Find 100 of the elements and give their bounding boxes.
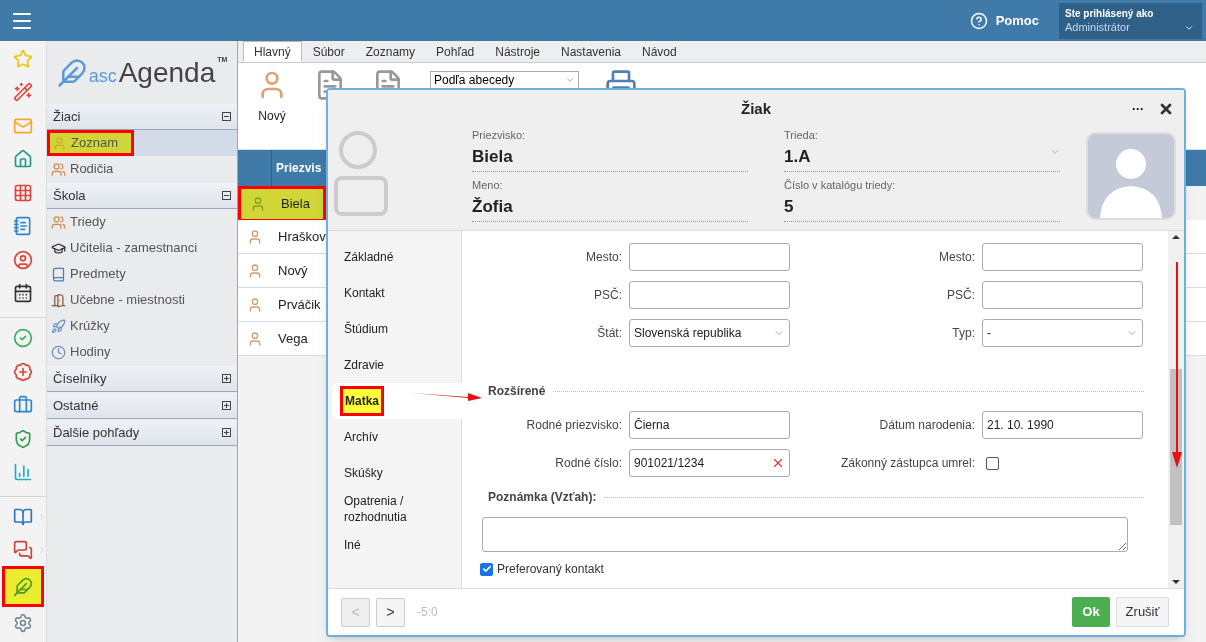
people-icon <box>51 214 66 230</box>
header-field[interactable]: Meno: Žofia <box>472 178 748 222</box>
next-button[interactable]: > <box>376 597 405 627</box>
scrollbar[interactable] <box>1168 231 1184 588</box>
nav-item[interactable]: Hodiny <box>47 339 237 365</box>
nav-item[interactable]: Krúžky <box>47 313 237 339</box>
checkbox-label: Preferovaný kontakt <box>497 561 604 578</box>
new-button[interactable]: Nový <box>256 69 288 125</box>
user-menu[interactable]: Ste prihlásený ako Administrátor <box>1059 2 1202 39</box>
record-counter: -5:0 <box>417 604 438 621</box>
field-label: Rodné priezvisko: <box>525 417 622 434</box>
select-field[interactable]: - <box>982 319 1143 347</box>
table-row[interactable]: Biela <box>238 186 326 220</box>
text-field[interactable]: 901021/1234 <box>629 449 790 477</box>
collapse-icon[interactable] <box>222 191 231 200</box>
chevron-icon <box>37 511 47 522</box>
home-icon <box>13 149 33 170</box>
book-icon <box>13 506 33 527</box>
expand-icon[interactable] <box>222 428 231 437</box>
nav-section-header[interactable]: Škola <box>47 183 237 209</box>
text-field[interactable] <box>629 281 790 309</box>
text-field[interactable] <box>982 243 1143 271</box>
nav-item[interactable]: Predmety <box>47 261 237 287</box>
table-cell-text: Nový <box>277 261 308 280</box>
dialog-tab[interactable]: Zdravie <box>328 347 461 383</box>
dialog-title: Žiak <box>741 98 771 119</box>
text-field[interactable] <box>982 281 1143 309</box>
dialog-tab[interactable]: Skúšky <box>328 455 461 491</box>
person-icon <box>52 135 67 151</box>
table-cell-text: Biela <box>280 195 310 214</box>
ribbon-tab[interactable]: Návod <box>632 41 687 62</box>
ribbon-tab[interactable]: Nástroje <box>485 41 550 62</box>
expand-icon[interactable] <box>222 401 231 410</box>
ribbon-tab[interactable]: Pohľad <box>426 41 485 62</box>
book-icon <box>51 266 66 282</box>
table-cell-text: Vega <box>277 329 308 348</box>
help-icon[interactable] <box>969 11 988 30</box>
dialog-tab[interactable]: Základné <box>328 239 461 275</box>
grid-icon <box>13 182 33 203</box>
note-field[interactable] <box>482 517 1128 552</box>
clear-icon[interactable] <box>771 456 785 470</box>
clock-icon <box>51 344 66 360</box>
door-icon <box>51 292 66 308</box>
nav-item[interactable]: Triedy <box>47 209 237 235</box>
collapse-icon[interactable] <box>222 112 231 121</box>
ribbon-tab[interactable]: Súbor <box>302 41 355 62</box>
dialog-tab[interactable]: Kontakt <box>328 275 461 311</box>
nav-section-header[interactable]: Ostatné <box>47 393 237 419</box>
select-field[interactable]: Slovenská republika <box>629 319 790 347</box>
ribbon-tab[interactable]: Nastavenia <box>550 41 631 62</box>
text-field[interactable] <box>629 243 790 271</box>
logo-name: Agenda <box>118 55 216 90</box>
nav-item[interactable]: Zoznam <box>47 130 237 156</box>
bar-chart-icon <box>13 462 33 483</box>
pen-logo-icon <box>56 57 87 88</box>
checkbox[interactable] <box>480 562 493 576</box>
people-icon <box>51 161 66 177</box>
text-field[interactable]: 21. 10. 1990 <box>982 411 1143 439</box>
dialog-tab[interactable]: Archív <box>328 419 461 455</box>
dialog-tab[interactable]: Matka <box>332 383 462 419</box>
dialog-tab[interactable]: Štúdium <box>328 311 461 347</box>
header-field[interactable]: Číslo v katalógu triedy: 5 <box>784 178 1060 222</box>
expand-icon[interactable] <box>222 374 231 383</box>
person-icon <box>247 330 263 347</box>
nav-item[interactable]: Učebne - miestnosti <box>47 287 237 313</box>
nav-item[interactable]: Rodičia <box>47 156 237 182</box>
select-field[interactable]: Trieda: 1.A <box>784 128 1060 172</box>
field-label: Rodné číslo: <box>554 455 622 472</box>
check-circle-icon <box>13 328 33 348</box>
ribbon-tab[interactable]: Zoznamy <box>355 41 426 62</box>
field-label: Mesto: <box>938 249 975 266</box>
section-heading: Rozšírené <box>488 383 546 400</box>
header-field[interactable]: Priezvisko: Biela <box>472 128 748 172</box>
feather-icon <box>13 576 33 597</box>
chevron-icon <box>37 545 47 556</box>
person-icon <box>247 262 263 279</box>
ribbon-tab[interactable]: Hlavný <box>243 41 302 62</box>
field-label: Zákonný zástupca umrel: <box>839 455 975 472</box>
help-link[interactable]: Pomoc <box>995 10 1039 31</box>
person-icon <box>250 196 266 212</box>
nav-item[interactable]: Učitelia - zamestnanci <box>47 235 237 261</box>
nav-section-header[interactable]: Ďalšie pohľady <box>47 420 237 446</box>
field-label: Štát: <box>596 324 622 342</box>
nav-section-header[interactable]: Číselníky <box>47 366 237 392</box>
shield-icon <box>13 428 33 449</box>
chat-icon <box>13 540 33 561</box>
cancel-button[interactable]: Zrušiť <box>1116 597 1169 627</box>
table-cell-text: Hraškov <box>277 227 326 246</box>
more-button[interactable]: ··· <box>1132 100 1144 118</box>
notebook-icon <box>13 216 33 237</box>
text-field[interactable]: Čierna <box>629 411 790 439</box>
logo-prefix: asc <box>88 65 117 88</box>
dialog-tab[interactable]: Opatrenia / rozhodnutia <box>328 491 461 527</box>
nav-section-header[interactable]: Žiaci <box>47 104 237 130</box>
field-label: Mesto: <box>585 249 622 266</box>
magic-wand-icon <box>13 82 33 103</box>
dialog-tab[interactable]: Iné <box>328 527 461 563</box>
field-label: Dátum narodenia: <box>878 417 975 434</box>
checkbox[interactable] <box>986 456 999 470</box>
close-icon[interactable] <box>1158 101 1174 117</box>
